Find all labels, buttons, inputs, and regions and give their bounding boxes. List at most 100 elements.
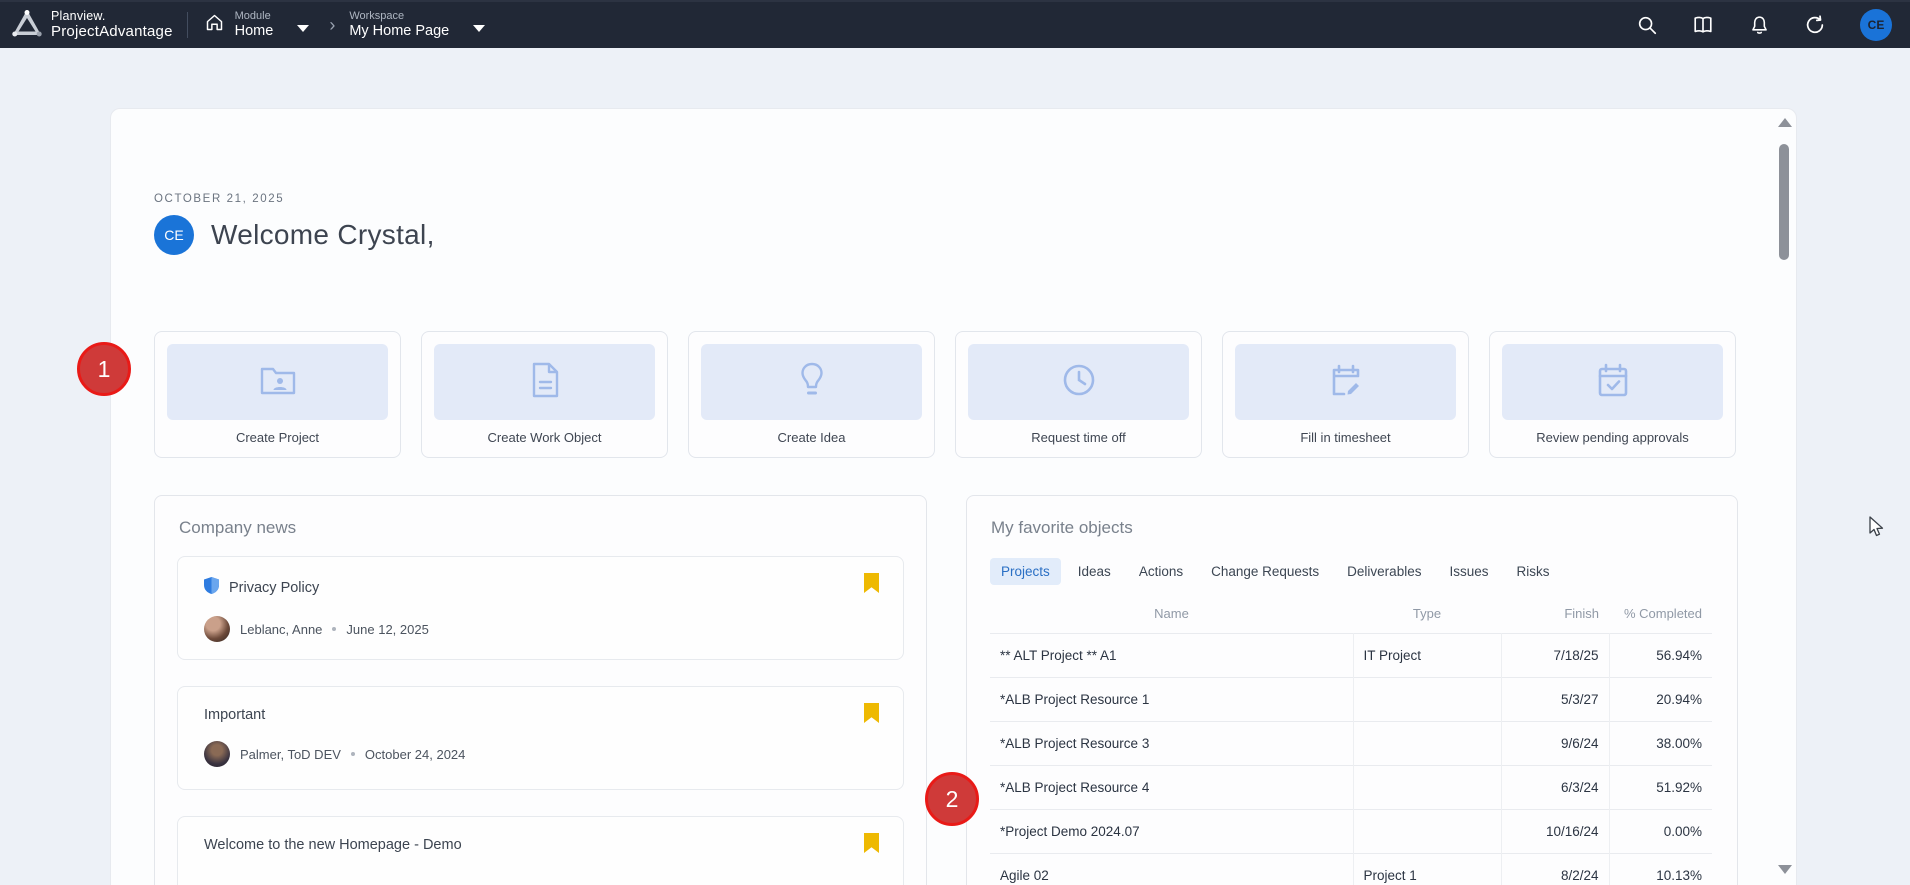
- workspace-breadcrumb[interactable]: Workspace My Home Page: [349, 10, 485, 39]
- favorites-tabs: ProjectsIdeasActionsChange RequestsDeliv…: [967, 538, 1737, 585]
- shield-icon: [204, 577, 219, 598]
- cell-type: [1353, 765, 1501, 809]
- quick-action-request-time-off[interactable]: Request time off: [955, 331, 1202, 458]
- current-date: OCTOBER 21, 2025: [154, 193, 284, 205]
- cell-completed: 51.92%: [1609, 765, 1712, 809]
- user-avatar[interactable]: CE: [1860, 9, 1892, 41]
- quick-action-tile: [701, 344, 922, 420]
- tab-issues[interactable]: Issues: [1438, 558, 1499, 585]
- table-row[interactable]: *ALB Project Resource 46/3/2451.92%: [990, 765, 1712, 809]
- document-icon: [530, 362, 560, 403]
- cell-name: *ALB Project Resource 1: [990, 677, 1353, 721]
- quick-action-review-pending-approvals[interactable]: Review pending approvals: [1489, 331, 1736, 458]
- welcome-avatar: CE: [154, 215, 194, 255]
- cell-finish: 7/18/25: [1501, 633, 1609, 677]
- tab-change-requests[interactable]: Change Requests: [1200, 558, 1330, 585]
- table-row[interactable]: *Project Demo 2024.0710/16/240.00%: [990, 809, 1712, 853]
- workspace-label: Workspace: [349, 10, 449, 23]
- column-header--completed[interactable]: % Completed: [1609, 595, 1712, 633]
- news-item-title: Privacy Policy: [229, 580, 319, 596]
- table-row[interactable]: Agile 02Project 18/2/2410.13%: [990, 853, 1712, 885]
- column-header-name[interactable]: Name: [990, 595, 1353, 633]
- cell-finish: 5/3/27: [1501, 677, 1609, 721]
- lightbulb-icon: [798, 361, 826, 404]
- calendar-check-icon: [1595, 362, 1631, 403]
- knowledge-book-icon[interactable]: [1692, 14, 1714, 36]
- cell-finish: 9/6/24: [1501, 721, 1609, 765]
- cell-type: [1353, 809, 1501, 853]
- mouse-cursor: [1866, 515, 1888, 544]
- tab-projects[interactable]: Projects: [990, 558, 1061, 585]
- news-item-title: Welcome to the new Homepage - Demo: [204, 837, 462, 853]
- home-content-card: OCTOBER 21, 2025 CE Welcome Crystal, Cre…: [110, 108, 1797, 885]
- module-breadcrumb[interactable]: Module Home: [204, 10, 310, 39]
- favorite-objects-title: My favorite objects: [967, 496, 1737, 538]
- refresh-icon[interactable]: [1804, 14, 1826, 36]
- favorite-objects-panel: My favorite objects ProjectsIdeasActions…: [966, 495, 1738, 885]
- author-avatar: [204, 616, 230, 642]
- planview-logo[interactable]: Planview. ProjectAdvantage: [0, 9, 173, 42]
- folder-user-icon: [259, 363, 297, 402]
- dot-separator: [332, 627, 336, 631]
- planview-triangle-icon: [12, 9, 42, 42]
- scrollbar-thumb[interactable]: [1779, 144, 1789, 260]
- vertical-scrollbar[interactable]: [1776, 112, 1792, 882]
- quick-action-label: Review pending approvals: [1502, 430, 1723, 445]
- quick-action-create-idea[interactable]: Create Idea: [688, 331, 935, 458]
- quick-action-create-work-object[interactable]: Create Work Object: [421, 331, 668, 458]
- workspace-caret-down-icon[interactable]: [473, 25, 485, 32]
- breadcrumb-chevron-icon: ›: [329, 15, 335, 36]
- quick-action-label: Create Project: [167, 430, 388, 445]
- quick-action-tile: [1502, 344, 1723, 420]
- dot-separator: [351, 752, 355, 756]
- quick-action-tile: [434, 344, 655, 420]
- module-label: Module: [235, 10, 274, 23]
- favorites-table-header: NameTypeFinish% Completed: [990, 595, 1712, 633]
- module-caret-down-icon[interactable]: [297, 25, 309, 32]
- cell-completed: 20.94%: [1609, 677, 1712, 721]
- favorites-table: NameTypeFinish% Completed ** ALT Project…: [990, 595, 1712, 885]
- tab-ideas[interactable]: Ideas: [1067, 558, 1122, 585]
- news-author: Palmer, ToD DEV: [240, 747, 341, 762]
- cell-completed: 0.00%: [1609, 809, 1712, 853]
- news-list: Privacy PolicyLeblanc, AnneJune 12, 2025…: [155, 538, 926, 885]
- quick-action-label: Create Idea: [701, 430, 922, 445]
- home-icon: [204, 12, 225, 38]
- cell-completed: 10.13%: [1609, 853, 1712, 885]
- brand-line2: ProjectAdvantage: [51, 24, 173, 41]
- tab-actions[interactable]: Actions: [1128, 558, 1194, 585]
- cell-finish: 10/16/24: [1501, 809, 1609, 853]
- annotation-badge-2: 2: [925, 772, 979, 826]
- cell-type: Project 1: [1353, 853, 1501, 885]
- bookmark-icon[interactable]: [864, 703, 879, 728]
- table-row[interactable]: *ALB Project Resource 3 9/6/2438.00%: [990, 721, 1712, 765]
- cell-completed: 38.00%: [1609, 721, 1712, 765]
- welcome-greeting: Welcome Crystal,: [211, 219, 435, 251]
- notifications-bell-icon[interactable]: [1748, 14, 1770, 36]
- column-header-type[interactable]: Type: [1353, 595, 1501, 633]
- cell-name: *ALB Project Resource 3: [990, 721, 1353, 765]
- bookmark-icon[interactable]: [864, 833, 879, 858]
- welcome-header: CE Welcome Crystal,: [154, 215, 435, 255]
- table-row[interactable]: ** ALT Project ** A1IT Project7/18/2556.…: [990, 633, 1712, 677]
- table-row[interactable]: *ALB Project Resource 1 5/3/2720.94%: [990, 677, 1712, 721]
- column-header-finish[interactable]: Finish: [1501, 595, 1609, 633]
- bookmark-icon[interactable]: [864, 573, 879, 598]
- news-item[interactable]: Privacy PolicyLeblanc, AnneJune 12, 2025: [177, 556, 904, 660]
- quick-action-label: Create Work Object: [434, 430, 655, 445]
- quick-action-create-project[interactable]: Create Project: [154, 331, 401, 458]
- quick-action-fill-in-timesheet[interactable]: Fill in timesheet: [1222, 331, 1469, 458]
- news-date: October 24, 2024: [365, 747, 465, 762]
- navbar-divider: [187, 12, 188, 38]
- scroll-up-arrow-icon[interactable]: [1778, 118, 1792, 127]
- cell-finish: 6/3/24: [1501, 765, 1609, 809]
- workspace-value: My Home Page: [349, 23, 449, 40]
- scroll-down-arrow-icon[interactable]: [1778, 865, 1792, 874]
- quick-action-tile: [167, 344, 388, 420]
- search-icon[interactable]: [1636, 14, 1658, 36]
- calendar-edit-icon: [1328, 362, 1364, 403]
- tab-risks[interactable]: Risks: [1506, 558, 1561, 585]
- tab-deliverables[interactable]: Deliverables: [1336, 558, 1432, 585]
- news-item[interactable]: ImportantPalmer, ToD DEVOctober 24, 2024: [177, 686, 904, 790]
- news-item[interactable]: Welcome to the new Homepage - Demo: [177, 816, 904, 885]
